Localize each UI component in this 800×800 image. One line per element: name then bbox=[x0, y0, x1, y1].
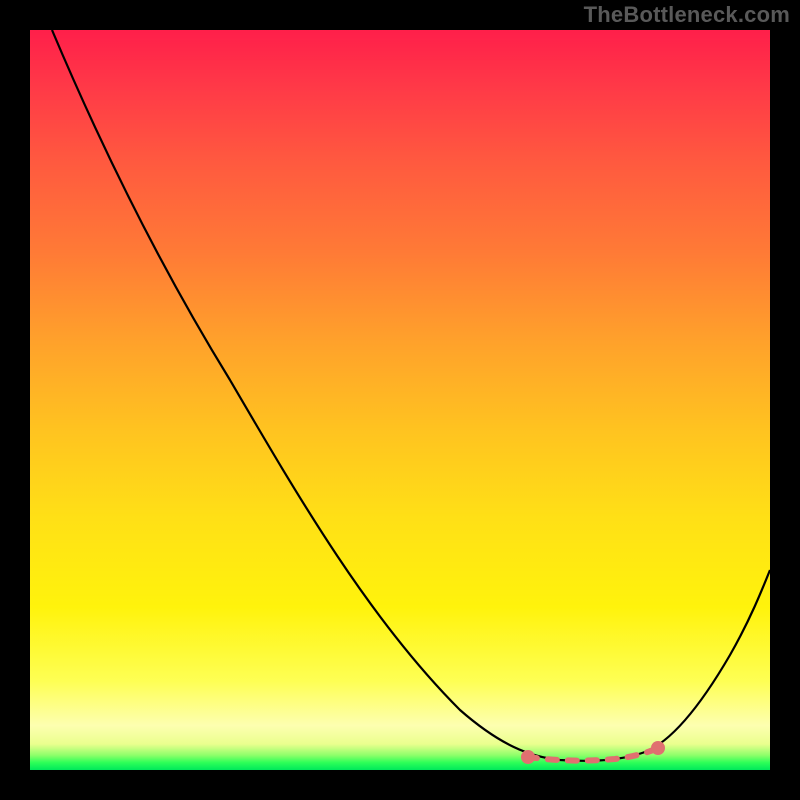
plot-area bbox=[30, 30, 770, 770]
bottleneck-curve bbox=[52, 30, 770, 761]
watermark-text: TheBottleneck.com bbox=[584, 2, 790, 28]
curve-svg bbox=[30, 30, 770, 770]
marker-dot-left bbox=[521, 750, 535, 764]
chart-container: TheBottleneck.com bbox=[0, 0, 800, 800]
marker-dot-right bbox=[651, 741, 665, 755]
minimum-plateau-marker bbox=[528, 748, 658, 761]
